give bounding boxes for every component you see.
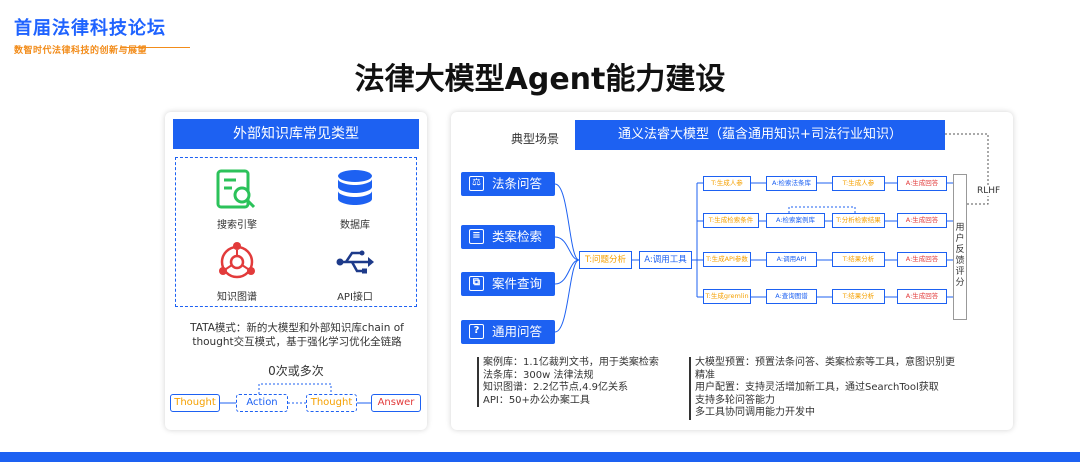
note-item: 支持多轮问答能力 [689,394,957,407]
files-icon: ⧉ [469,276,484,291]
scene-case-query: ⧉ 案件查询 [461,272,555,296]
row2-answer: A:生成回答 [897,213,947,228]
row1-thought-2: T:生成人参 [832,176,885,191]
note-item: 多工具协同调用能力开发中 [689,407,957,420]
row4-thought-1: T:生成gremlin [703,289,751,304]
row2-action: A:检索案例库 [766,213,825,228]
row2-thought-2: T:分析检索结果 [832,213,885,228]
rlhf-label: RLHF [977,186,1001,196]
row3-thought-1: T:生成API参数 [703,252,751,267]
note-item: 知识图谱：2.2亿节点,4.9亿关系 [477,382,677,395]
row4-action: A:查询图谱 [766,289,817,304]
row4-thought-2: T:结果分析 [832,289,885,304]
row3-thought-2: T:结果分析 [832,252,885,267]
notes-left: 案例库：1.1亿裁判文书，用于类案检索 法条库：300w 法律法规 知识图谱：2… [477,357,677,407]
scene-label: 类案检索 [492,229,543,244]
tata-flow-lines [218,383,371,404]
scene-label: 案件查询 [492,276,543,291]
flow-action: Action [236,394,288,412]
notes-right: 大模型预置：预置法条问答、类案检索等工具，意图识别更精准 用户配置：支持灵活增加… [689,357,957,420]
brand-title: 首届法律科技论坛 [14,18,166,39]
scene-label: 通用问答 [492,324,543,339]
row1-answer: A:生成回答 [897,176,947,191]
scenario-panel: 典型场景 通义法睿大模型（蕴含通用知识+司法行业知识） ⚖ 法条问答 ≡ 类案检… [451,112,1013,430]
user-feedback-box: 用 户 反 馈 评 分 [953,174,967,320]
page-title: 法律大模型Agent能力建设 [354,62,726,97]
knowledge-base-panel: 外部知识库常见类型 搜索引擎 数据库 知识图谱 API接口 TATA模式：新的大… [165,112,427,430]
brand: 首届法律科技论坛 数智时代法律科技的创新与展望 [14,14,166,56]
note-item: 案例库：1.1亿裁判文书，用于类案检索 [477,357,677,370]
note-item: 法条库：300w 法律法规 [477,369,677,382]
row3-action: A:调用API [766,252,817,267]
note-item: 大模型预置：预置法条问答、类案检索等工具，意图识别更精准 [689,357,957,382]
row4-answer: A:生成回答 [897,289,947,304]
row1-action: A:检索法条库 [766,176,817,191]
question-icon: ? [469,324,484,339]
note-item: 用户配置：支持灵活增加新工具，通过SearchTool获取 [689,382,957,395]
scene-law-qa: ⚖ 法条问答 [461,172,555,196]
flow-thought-1: Thought [170,394,220,412]
document-icon: ≡ [469,229,484,244]
row1-thought-1: T:生成人参 [703,176,751,191]
row2-thought-1: T:生成检索条件 [703,213,759,228]
row3-answer: A:生成回答 [897,252,947,267]
bottom-bar [0,452,1080,462]
scene-general-qa: ? 通用问答 [461,320,555,344]
scene-label: 法条问答 [492,176,543,191]
scene-case-search: ≡ 类案检索 [461,225,555,249]
node-call-tool: A:调用工具 [639,251,692,269]
brand-underline [120,47,190,48]
flow-thought-2: Thought [306,394,357,412]
node-question-analysis: T:问题分析 [579,251,632,269]
note-item: API：50+办公办案工具 [477,394,677,407]
flow-answer: Answer [371,394,421,412]
gavel-icon: ⚖ [469,176,484,191]
